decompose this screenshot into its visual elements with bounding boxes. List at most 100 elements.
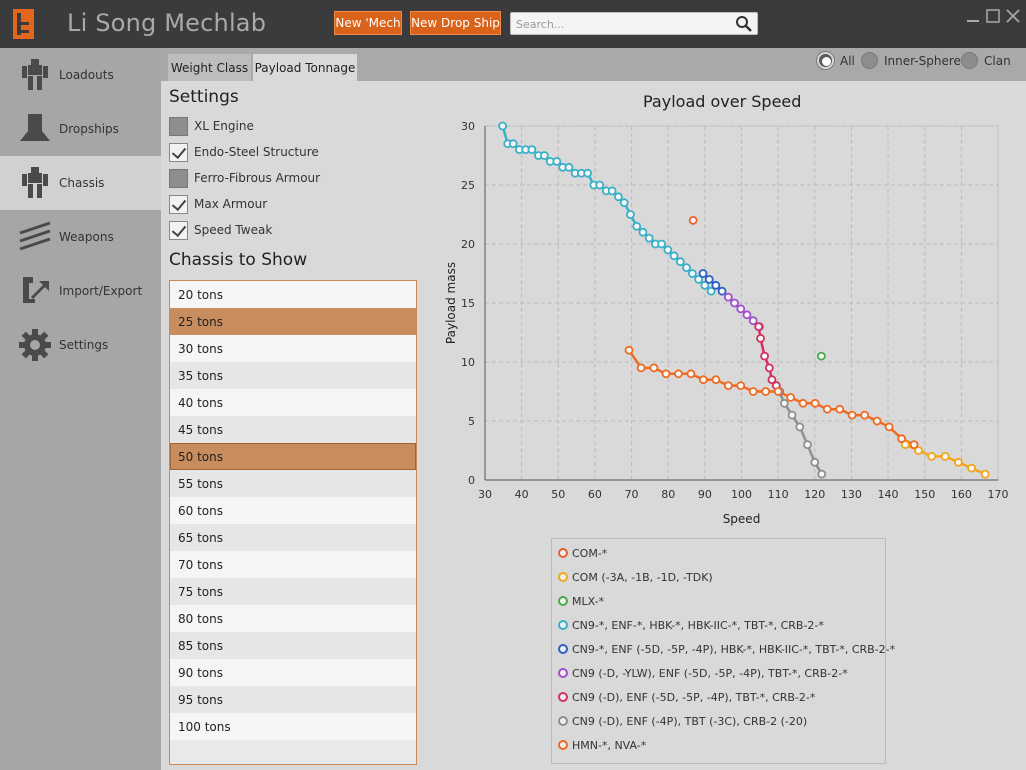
radio-all[interactable]: All <box>817 52 855 69</box>
data-point <box>626 210 635 219</box>
x-axis-label: Speed <box>723 512 761 526</box>
data-point <box>698 269 708 278</box>
option-speed-tweak[interactable]: Speed Tweak <box>169 220 272 240</box>
tab-payload-tonnage[interactable]: Payload Tonnage <box>253 54 357 81</box>
tonnage-item[interactable]: 80 tons <box>170 605 416 632</box>
data-point <box>619 198 629 208</box>
x-tick-label: 30 <box>478 488 492 501</box>
legend-item: CN9 (-D), ENF (-4P), TBT (-3C), CRB-2 (-… <box>552 709 885 733</box>
tonnage-item[interactable]: 70 tons <box>170 551 416 578</box>
tonnage-item[interactable]: 50 tons <box>170 443 416 470</box>
data-point <box>909 440 919 450</box>
legend-item: MLX-* <box>552 589 885 613</box>
legend-label: MLX-* <box>572 594 605 608</box>
data-point <box>754 322 764 332</box>
close-icon[interactable] <box>1005 8 1021 24</box>
checkbox[interactable] <box>169 116 188 136</box>
data-point <box>822 404 832 414</box>
checkbox[interactable] <box>169 168 188 188</box>
search-box[interactable] <box>510 12 758 35</box>
search-input[interactable] <box>516 16 736 32</box>
option-endo-steel[interactable]: Endo-Steel Structure <box>169 142 319 162</box>
data-point <box>527 145 537 154</box>
data-point <box>798 398 808 408</box>
data-point <box>717 286 727 296</box>
legend-label: CN9-*, ENF (-5D, -5P, -4P), HBK-*, HBK-I… <box>572 642 896 656</box>
data-point <box>704 274 714 284</box>
mech-icon <box>22 59 48 90</box>
tonnage-item[interactable]: 45 tons <box>170 416 416 443</box>
data-point <box>698 375 708 385</box>
sidebar-item-weapons[interactable]: Weapons <box>0 210 161 264</box>
radio-button[interactable] <box>961 52 978 69</box>
option-ferro-fibrous[interactable]: Ferro-Fibrous Armour <box>169 168 320 188</box>
new-dropship-button[interactable]: New Drop Ship <box>410 11 501 35</box>
legend-marker <box>558 668 568 678</box>
y-tick-label: 25 <box>461 179 475 192</box>
data-point <box>756 333 765 343</box>
minimize-icon[interactable] <box>965 8 981 24</box>
tonnage-item[interactable]: 75 tons <box>170 578 416 605</box>
data-point <box>498 121 507 131</box>
data-point <box>764 363 774 373</box>
data-point <box>748 387 758 396</box>
tab-weight-class[interactable]: Weight Class <box>168 54 251 81</box>
sidebar-item-loadouts[interactable]: Loadouts <box>0 48 161 102</box>
new-mech-button[interactable]: New 'Mech <box>334 11 402 35</box>
title-bar: Li Song Mechlab New 'Mech New Drop Ship <box>0 0 1026 48</box>
data-point <box>539 151 549 160</box>
data-point <box>669 251 679 261</box>
data-point <box>980 469 990 479</box>
tonnage-item[interactable]: 65 tons <box>170 524 416 551</box>
sidebar-item-import-export[interactable]: Import/Export <box>0 264 161 318</box>
dropship-icon <box>20 114 50 141</box>
tonnage-list[interactable]: 20 tons 25 tons 30 tons 35 tons 40 tons 45 to… <box>169 280 417 765</box>
sidebar: Loadouts Dropships Chassis Weapons Impor… <box>0 48 161 770</box>
checkbox-checked[interactable] <box>169 142 188 162</box>
data-point <box>817 469 827 479</box>
option-xl-engine[interactable]: XL Engine <box>169 116 254 136</box>
sidebar-item-dropships[interactable]: Dropships <box>0 102 161 156</box>
y-tick-label: 30 <box>461 120 475 133</box>
data-point <box>657 239 667 249</box>
tonnage-item[interactable]: 95 tons <box>170 686 416 713</box>
option-max-armour[interactable]: Max Armour <box>169 194 267 214</box>
search-icon[interactable] <box>735 15 753 33</box>
tonnage-item[interactable]: 90 tons <box>170 659 416 686</box>
radio-clan[interactable]: Clan <box>961 52 1011 69</box>
data-point <box>686 369 696 379</box>
radio-label: Inner-Sphere <box>884 53 961 68</box>
tonnage-item[interactable]: 40 tons <box>170 389 416 416</box>
radio-button[interactable] <box>861 52 878 69</box>
data-point <box>760 351 769 361</box>
sidebar-item-chassis[interactable]: Chassis <box>0 156 161 210</box>
y-tick-label: 20 <box>461 238 475 251</box>
tonnage-item[interactable]: 35 tons <box>170 362 416 389</box>
tonnage-item[interactable]: 60 tons <box>170 497 416 524</box>
legend-item: CN9-*, ENF-*, HBK-*, HBK-IIC-*, TBT-*, C… <box>552 613 885 637</box>
radio-button-selected[interactable] <box>817 52 834 69</box>
data-point <box>632 221 642 231</box>
tonnage-item[interactable]: 30 tons <box>170 335 416 362</box>
sidebar-item-label: Weapons <box>59 230 114 244</box>
checkbox-checked[interactable] <box>169 194 188 214</box>
data-point <box>583 168 593 178</box>
tonnage-item[interactable]: 85 tons <box>170 632 416 659</box>
data-point <box>688 216 698 225</box>
checkbox-label: Ferro-Fibrous Armour <box>194 171 321 185</box>
x-tick-label: 170 <box>988 488 1009 501</box>
data-point <box>730 298 739 308</box>
tonnage-item[interactable]: 20 tons <box>170 281 416 308</box>
sidebar-item-settings[interactable]: Settings <box>0 318 161 372</box>
radio-inner-sphere[interactable]: Inner-Sphere <box>861 52 961 69</box>
x-tick-label: 80 <box>661 488 675 501</box>
data-point <box>816 351 826 361</box>
import-export-icon <box>23 277 49 303</box>
maximize-icon[interactable] <box>985 8 1001 24</box>
legend-marker <box>558 740 568 750</box>
legend-label: CN9-*, ENF-*, HBK-*, HBK-IIC-*, TBT-*, C… <box>572 618 824 632</box>
tonnage-item[interactable]: 55 tons <box>170 470 416 497</box>
tonnage-item[interactable]: 25 tons <box>170 308 416 335</box>
tonnage-item[interactable]: 100 tons <box>170 713 416 740</box>
checkbox-checked[interactable] <box>169 220 188 240</box>
